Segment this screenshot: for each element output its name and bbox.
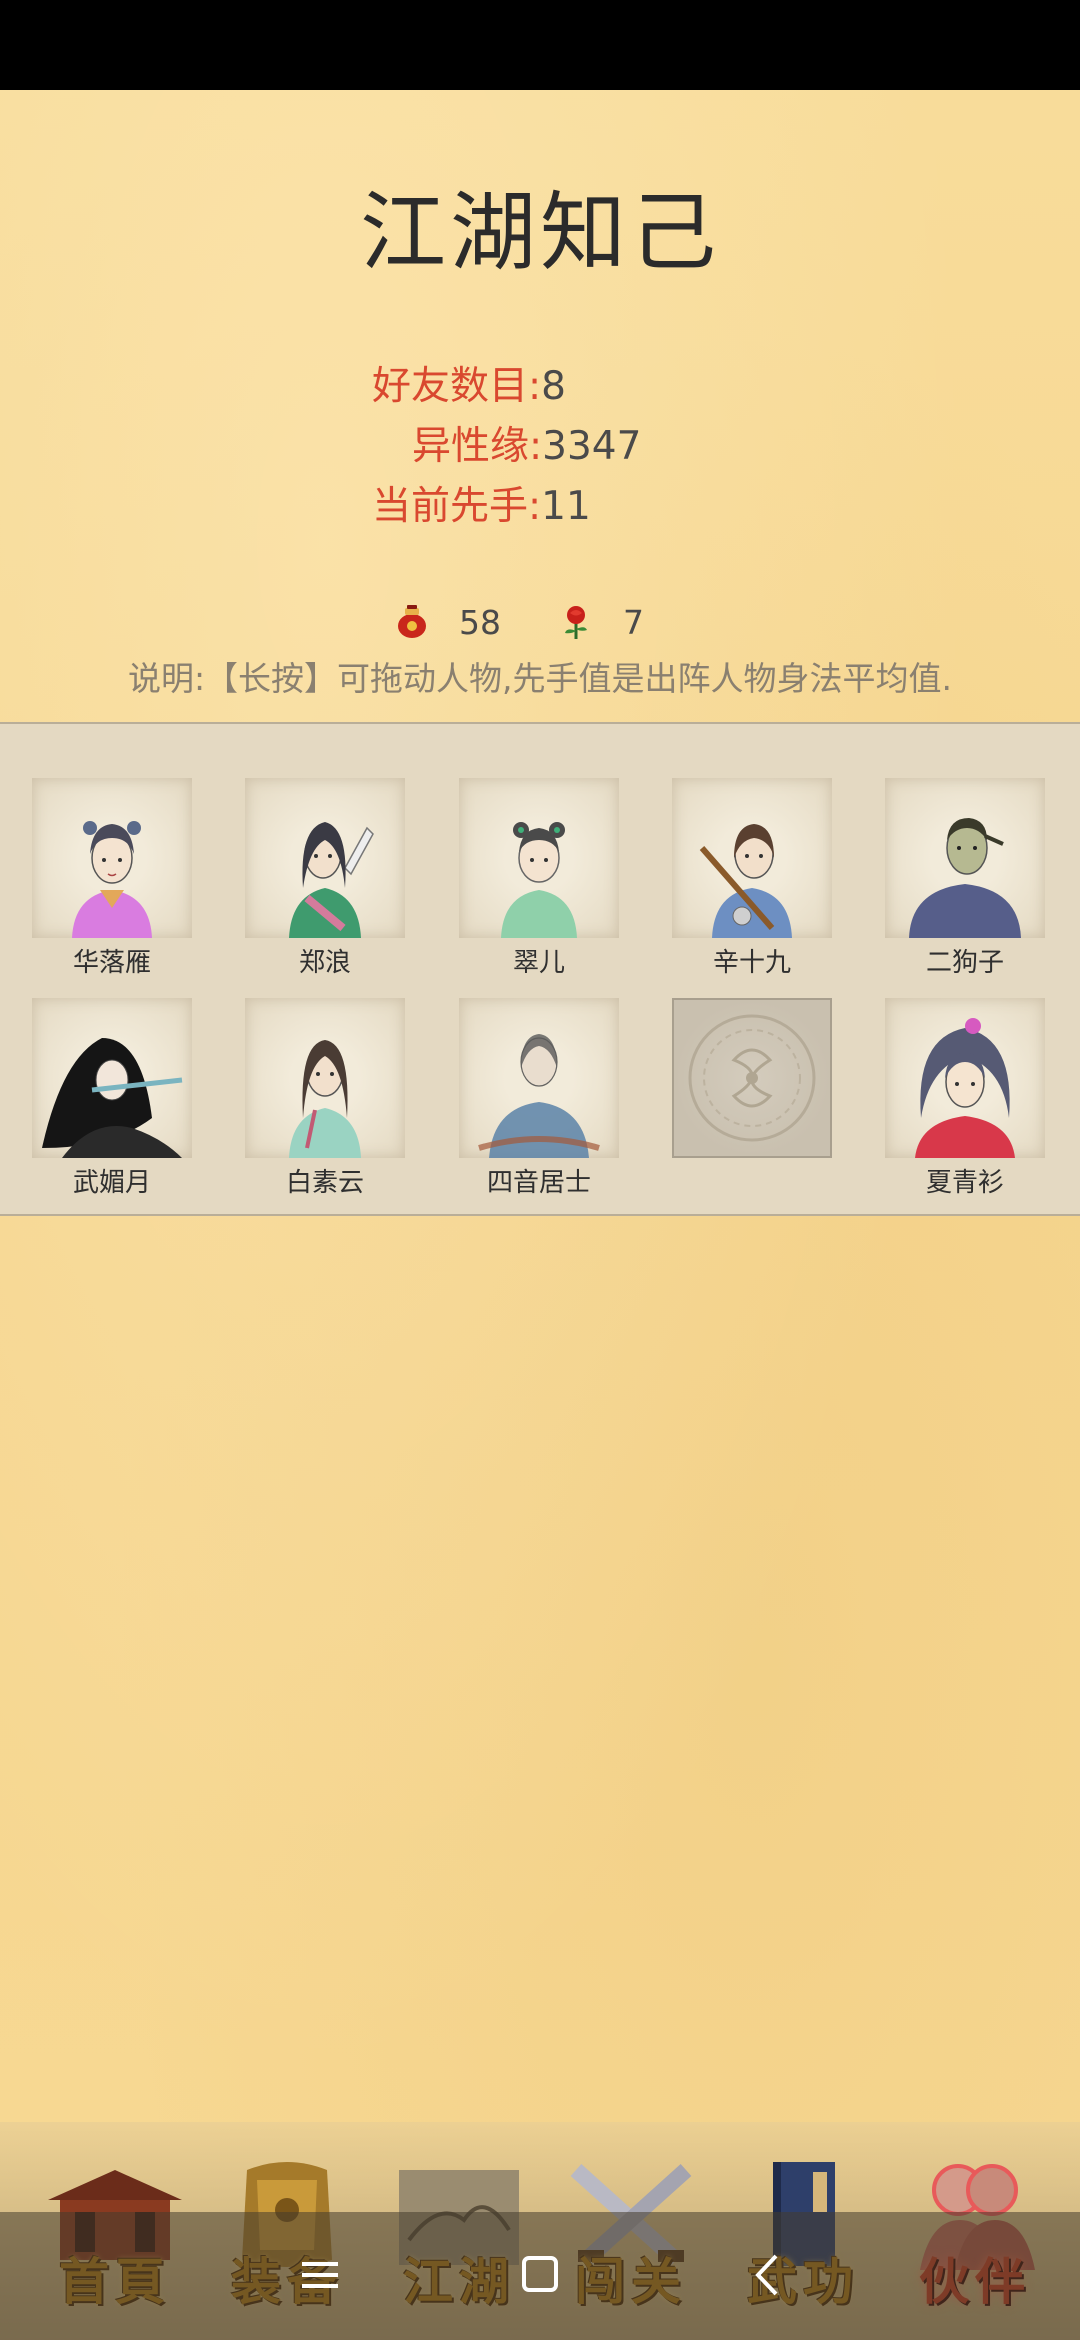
character-portrait[interactable] [459,778,619,938]
character-portrait[interactable] [885,778,1045,938]
stat-value: 8 [541,364,566,409]
empty-slot-emblem[interactable] [672,998,832,1158]
stat-friend-count: 好友数目:8 [372,362,566,412]
character-portrait[interactable] [672,778,832,938]
character-name: 郑浪 [298,948,351,978]
description-text: 说明:【长按】可拖动人物,先手值是出阵人物身法平均值. [127,659,953,698]
stat-initiative: 当前先手:11 [372,482,591,532]
rose-icon [557,603,595,641]
currency-rose: 7 [557,597,644,647]
character-name: 四音居士 [486,1168,591,1198]
companion-roster: 华落雁 郑浪 翠儿 辛十九 二狗子 武媚月 白素云 四音居士 夏青衫 [0,722,1080,1216]
character-name: 华落雁 [72,948,151,978]
stat-label: 异性缘: [412,424,543,469]
character-portrait[interactable] [32,778,192,938]
currency-wine: 58 [393,597,501,647]
character-name: 武媚月 [72,1168,151,1198]
stat-label: 好友数目: [372,364,542,409]
stat-charm: 异性缘:3347 [412,422,641,472]
currency-value: 7 [623,602,644,642]
stat-value: 11 [541,484,591,529]
home-square-icon[interactable] [510,2240,570,2310]
character-name: 白素云 [285,1168,364,1198]
character-portrait[interactable] [885,998,1045,1158]
currency-value: 58 [459,602,501,642]
character-portrait[interactable] [245,778,405,938]
stat-value: 3347 [542,424,642,469]
character-portrait[interactable] [32,998,192,1158]
character-portrait[interactable] [245,998,405,1158]
character-name: 翠儿 [512,948,565,978]
character-name: 二狗子 [925,948,1004,978]
menu-icon[interactable] [290,2240,350,2310]
page-title: 江湖知己 [360,183,720,283]
wine-jar-icon [393,603,431,641]
character-name: 辛十九 [712,948,791,978]
stat-label: 当前先手: [372,484,542,529]
status-bar [0,0,1080,90]
character-name: 夏青衫 [925,1168,1004,1198]
back-chevron-icon[interactable] [738,2240,798,2310]
character-portrait[interactable] [459,998,619,1158]
